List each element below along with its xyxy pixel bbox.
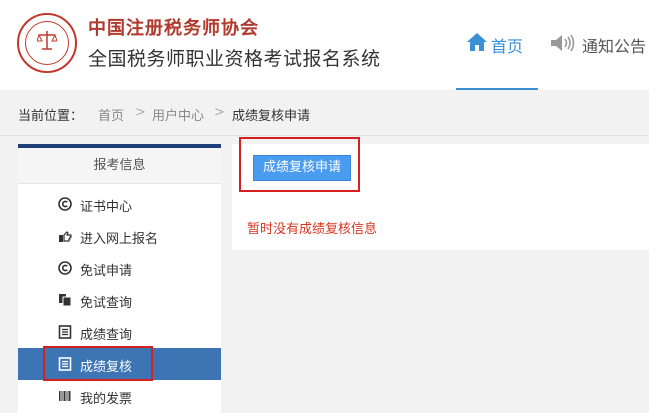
nav-notice[interactable]: 通知公告 [550, 0, 649, 90]
sidebar: 报考信息 证书中心 进入网上报名 免试申请 免试查询 成绩查询 成绩复核 我的发… [18, 144, 221, 413]
sidebar-item-exemption-application[interactable]: 免试申请 [18, 252, 221, 284]
sidebar-item-label: 进入网上报名 [80, 232, 159, 247]
sidebar-item-label: 成绩查询 [80, 328, 133, 343]
sidebar-item-label: 我的发票 [80, 392, 133, 407]
association-seal-logo [17, 13, 77, 73]
scales-icon [37, 31, 57, 50]
sidebar-item-certificate-center[interactable]: 证书中心 [18, 188, 221, 220]
copyright-icon [58, 261, 72, 275]
empty-state-message: 暂时没有成绩复核信息 [247, 222, 378, 237]
sidebar-item-label: 证书中心 [80, 200, 133, 215]
sidebar-heading: 报考信息 [18, 148, 221, 184]
sidebar-item-score-query[interactable]: 成绩查询 [18, 316, 221, 348]
nav-notice-label: 通知公告 [582, 37, 647, 56]
barcode-icon [59, 391, 71, 401]
sidebar-item-my-invoices[interactable]: 我的发票 [18, 380, 221, 412]
copy-files-icon [59, 294, 72, 307]
breadcrumb-separator: > [214, 105, 225, 120]
list-doc-icon [58, 357, 72, 371]
main-panel: 成绩复核申请 暂时没有成绩复核信息 [232, 144, 649, 250]
sidebar-item-exemption-query[interactable]: 免试查询 [18, 284, 221, 316]
sidebar-item-score-review[interactable]: 成绩复核 [18, 348, 221, 380]
brand-name: 中国注册税务师协会 [88, 18, 259, 39]
site-header: 中国注册税务师协会 全国税务师职业资格考试报名系统 首页 通知公告 [0, 0, 649, 90]
sidebar-item-online-registration[interactable]: 进入网上报名 [18, 220, 221, 252]
sidebar-item-label: 成绩复核 [80, 360, 133, 375]
copyright-icon [58, 197, 72, 211]
breadcrumb-separator: > [135, 105, 146, 120]
nav-home-label: 首页 [491, 37, 524, 56]
home-icon [467, 33, 487, 51]
breadcrumb-user-center-link[interactable]: 用户中心 [152, 105, 204, 124]
sidebar-item-label: 免试查询 [80, 296, 133, 311]
sidebar-item-label: 免试申请 [80, 264, 133, 279]
breadcrumb-prefix: 当前位置： [18, 109, 84, 124]
hand-pointer-icon [59, 231, 72, 242]
speaker-icon [551, 34, 575, 52]
list-doc-icon [58, 325, 72, 339]
score-review-apply-button[interactable]: 成绩复核申请 [253, 155, 351, 181]
system-title: 全国税务师职业资格考试报名系统 [88, 48, 381, 70]
breadcrumb: 当前位置： 首页 > 用户中心 > 成绩复核申请 [0, 90, 649, 136]
breadcrumb-home-link[interactable]: 首页 [98, 105, 124, 124]
breadcrumb-current: 成绩复核申请 [232, 109, 311, 124]
nav-home[interactable]: 首页 [456, 0, 538, 90]
